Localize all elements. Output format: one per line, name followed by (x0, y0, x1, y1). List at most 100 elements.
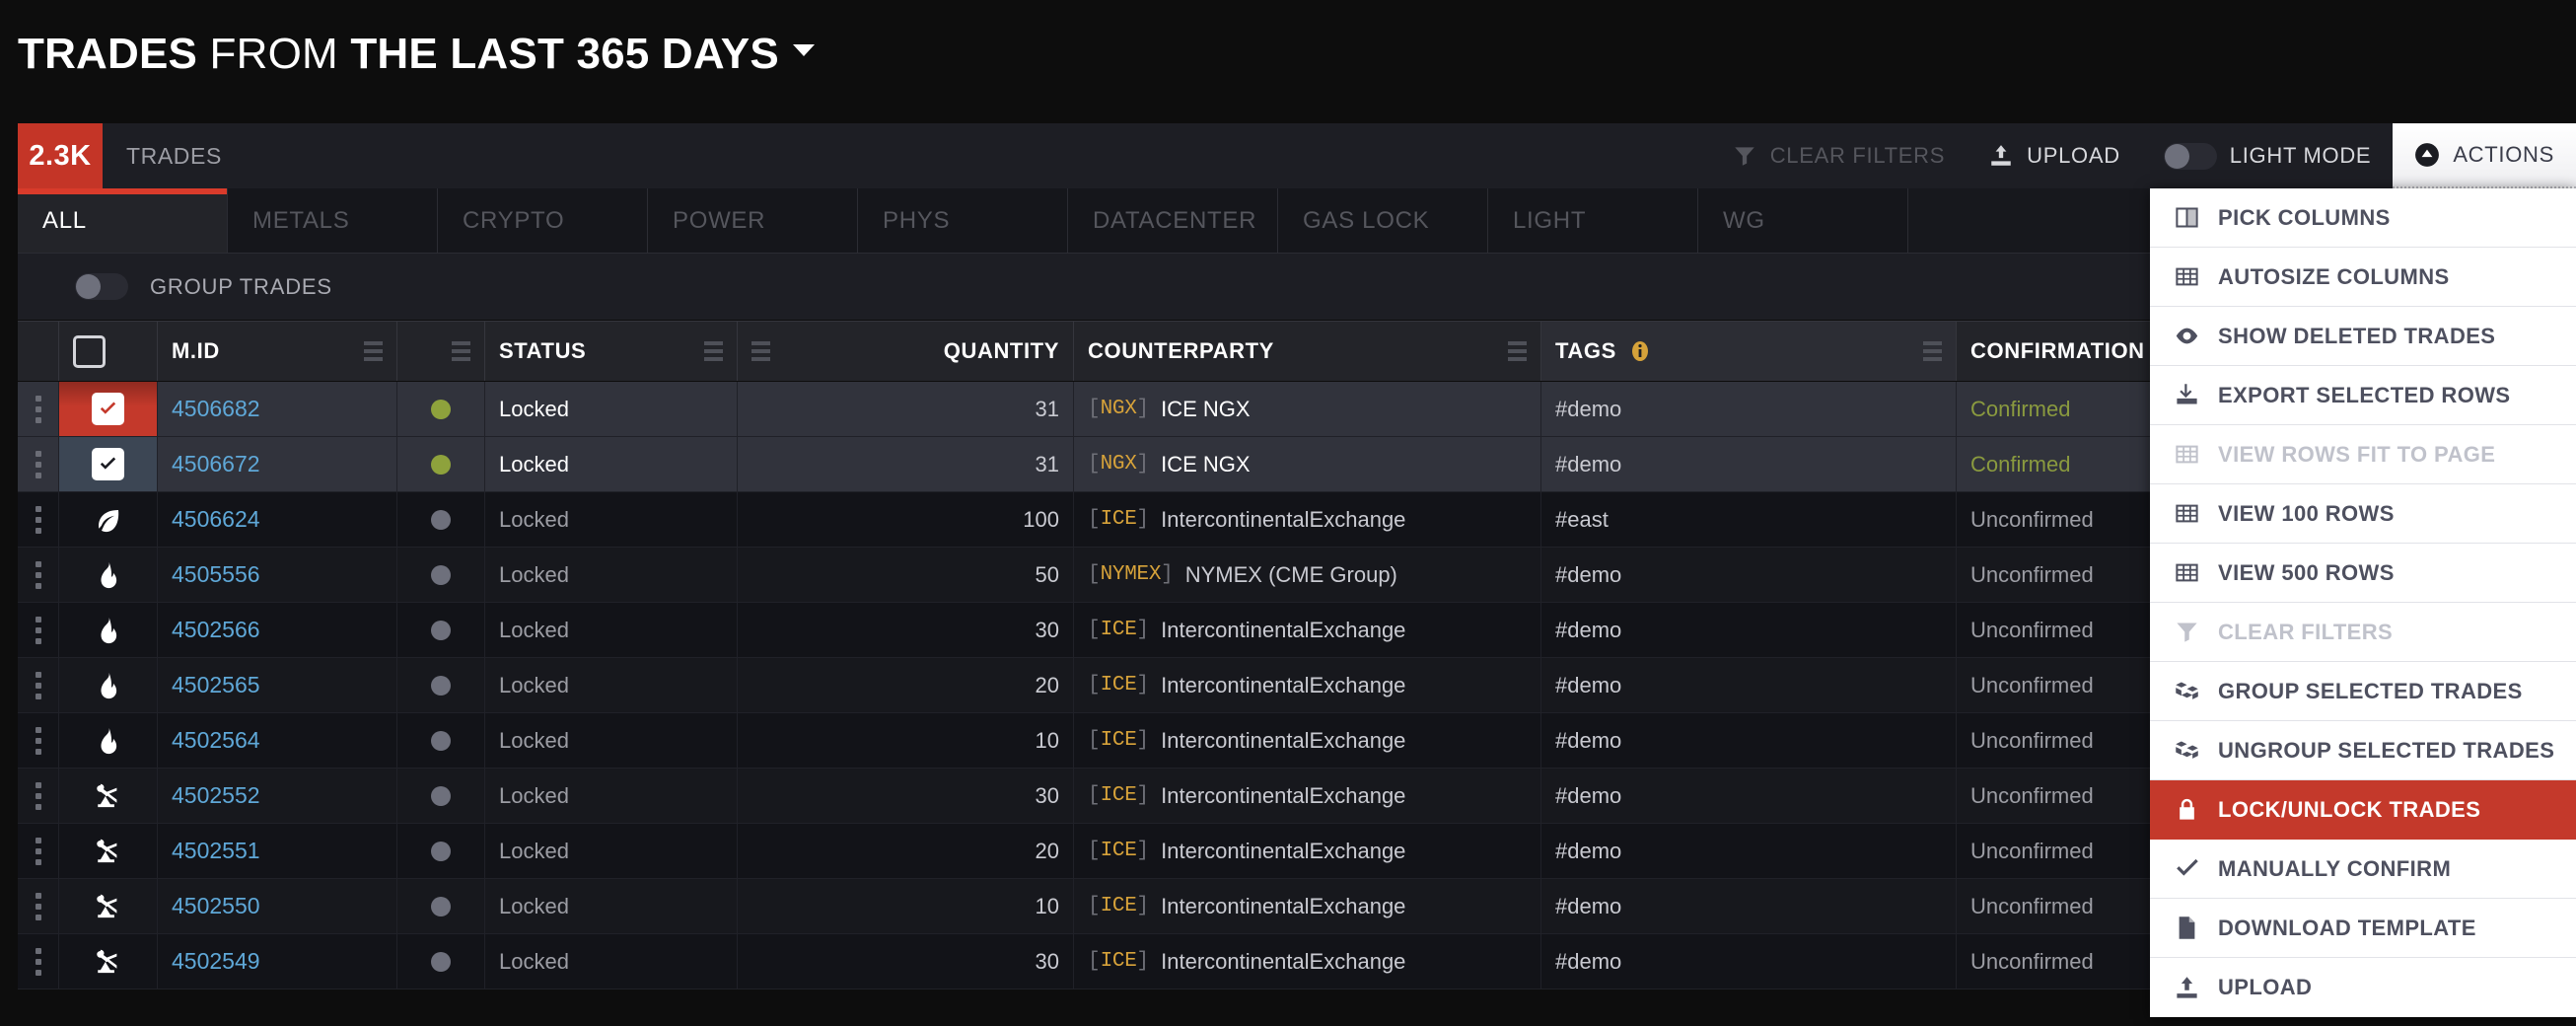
row-mid-link[interactable]: 4506624 (172, 506, 260, 533)
row-checkbox[interactable] (92, 448, 124, 480)
row-menu-icon[interactable] (36, 506, 41, 534)
row-mid-link[interactable]: 4506672 (172, 451, 260, 477)
menu-item-download-template[interactable]: DOWNLOAD TEMPLATE (2150, 899, 2576, 958)
tab-metals[interactable]: METALS (228, 188, 438, 253)
tab-crypto[interactable]: CRYPTO (438, 188, 648, 253)
chevron-down-icon[interactable] (793, 44, 815, 56)
row-drag-handle[interactable] (18, 769, 59, 823)
row-select-cell[interactable] (59, 382, 158, 436)
menu-item-group-selected-trades[interactable]: GROUP SELECTED TRADES (2150, 662, 2576, 721)
row-mid-link[interactable]: 4502564 (172, 727, 260, 754)
tab-gas-lock[interactable]: GAS LOCK (1278, 188, 1488, 253)
row-mid-cell[interactable]: 4502565 (158, 658, 397, 712)
header-counterparty[interactable]: COUNTERPARTY (1074, 322, 1541, 381)
header-status[interactable]: STATUS (485, 322, 738, 381)
row-drag-handle[interactable] (18, 382, 59, 436)
row-drag-handle[interactable] (18, 879, 59, 933)
row-mid-link[interactable]: 4502552 (172, 782, 260, 809)
row-drag-handle[interactable] (18, 713, 59, 768)
light-mode-switch[interactable] (2164, 143, 2217, 170)
header-mid[interactable]: M.ID (158, 322, 397, 381)
row-menu-icon[interactable] (36, 561, 41, 589)
row-menu-icon[interactable] (36, 396, 41, 423)
row-mid-cell[interactable]: 4502551 (158, 824, 397, 878)
row-drag-handle[interactable] (18, 437, 59, 491)
tab-power[interactable]: POWER (648, 188, 858, 253)
menu-item-upload[interactable]: UPLOAD (2150, 958, 2576, 1017)
row-mid-cell[interactable]: 4502552 (158, 769, 397, 823)
row-menu-icon[interactable] (36, 782, 41, 810)
row-drag-handle[interactable] (18, 492, 59, 547)
row-select-cell[interactable] (59, 603, 158, 657)
row-mid-cell[interactable]: 4502549 (158, 934, 397, 989)
row-menu-icon[interactable] (36, 838, 41, 865)
header-quantity[interactable]: QUANTITY (738, 322, 1074, 381)
tab-wg[interactable]: WG (1698, 188, 1908, 253)
header-tags[interactable]: TAGS (1541, 322, 1957, 381)
light-mode-toggle[interactable]: LIGHT MODE (2142, 123, 2394, 188)
row-select-cell[interactable] (59, 713, 158, 768)
column-menu-icon[interactable] (751, 341, 770, 361)
menu-item-export-selected-rows[interactable]: EXPORT SELECTED ROWS (2150, 366, 2576, 425)
row-mid-link[interactable]: 4502549 (172, 948, 260, 975)
tab-phys[interactable]: PHYS (858, 188, 1068, 253)
row-select-cell[interactable] (59, 879, 158, 933)
upload-button[interactable]: UPLOAD (1967, 123, 2142, 188)
clear-filters-button[interactable]: CLEAR FILTERS (1710, 123, 1967, 188)
menu-item-ungroup-selected-trades[interactable]: UNGROUP SELECTED TRADES (2150, 721, 2576, 780)
header-status-dot[interactable] (397, 322, 485, 381)
row-mid-link[interactable]: 4502550 (172, 893, 260, 919)
row-mid-link[interactable]: 4506682 (172, 396, 260, 422)
menu-item-pick-columns[interactable]: PICK COLUMNS (2150, 188, 2576, 248)
row-checkbox[interactable] (92, 393, 124, 425)
menu-item-lock-unlock-trades[interactable]: LOCK/UNLOCK TRADES (2150, 780, 2576, 840)
row-select-cell[interactable] (59, 492, 158, 547)
select-all-checkbox[interactable] (73, 335, 106, 368)
menu-item-show-deleted-trades[interactable]: SHOW DELETED TRADES (2150, 307, 2576, 366)
row-menu-icon[interactable] (36, 893, 41, 920)
row-menu-icon[interactable] (36, 948, 41, 976)
column-menu-icon[interactable] (452, 341, 470, 361)
row-select-cell[interactable] (59, 769, 158, 823)
column-menu-icon[interactable] (704, 341, 723, 361)
row-menu-icon[interactable] (36, 727, 41, 755)
row-select-cell[interactable] (59, 934, 158, 989)
row-select-cell[interactable] (59, 824, 158, 878)
row-menu-icon[interactable] (36, 451, 41, 478)
row-mid-cell[interactable]: 4502550 (158, 879, 397, 933)
row-mid-cell[interactable]: 4505556 (158, 548, 397, 602)
actions-button[interactable]: ACTIONS (2393, 123, 2576, 188)
menu-item-manually-confirm[interactable]: MANUALLY CONFIRM (2150, 840, 2576, 899)
row-drag-handle[interactable] (18, 658, 59, 712)
row-drag-handle[interactable] (18, 934, 59, 989)
menu-item-view-100-rows[interactable]: VIEW 100 ROWS (2150, 484, 2576, 544)
info-icon[interactable] (1628, 339, 1652, 363)
row-menu-icon[interactable] (36, 617, 41, 644)
row-mid-cell[interactable]: 4502566 (158, 603, 397, 657)
tab-light[interactable]: LIGHT (1488, 188, 1698, 253)
row-drag-handle[interactable] (18, 824, 59, 878)
row-mid-cell[interactable]: 4506682 (158, 382, 397, 436)
tab-all[interactable]: ALL (18, 188, 228, 253)
row-mid-cell[interactable]: 4506672 (158, 437, 397, 491)
row-select-cell[interactable] (59, 548, 158, 602)
menu-item-autosize-columns[interactable]: AUTOSIZE COLUMNS (2150, 248, 2576, 307)
row-select-cell[interactable] (59, 658, 158, 712)
column-menu-icon[interactable] (364, 341, 383, 361)
menu-item-view-500-rows[interactable]: VIEW 500 ROWS (2150, 544, 2576, 603)
row-drag-handle[interactable] (18, 603, 59, 657)
page-title[interactable]: TRADES FROM THE LAST 365 DAYS (18, 30, 815, 79)
row-mid-link[interactable]: 4502566 (172, 617, 260, 643)
row-mid-link[interactable]: 4502565 (172, 672, 260, 698)
row-mid-link[interactable]: 4505556 (172, 561, 260, 588)
row-mid-cell[interactable]: 4506624 (158, 492, 397, 547)
row-menu-icon[interactable] (36, 672, 41, 699)
column-menu-icon[interactable] (1508, 341, 1527, 361)
row-mid-cell[interactable]: 4502564 (158, 713, 397, 768)
row-select-cell[interactable] (59, 437, 158, 491)
row-drag-handle[interactable] (18, 548, 59, 602)
row-mid-link[interactable]: 4502551 (172, 838, 260, 864)
column-menu-icon[interactable] (1923, 341, 1942, 361)
tab-datacenter[interactable]: DATACENTER (1068, 188, 1278, 253)
header-select-all-cell[interactable] (59, 322, 158, 381)
